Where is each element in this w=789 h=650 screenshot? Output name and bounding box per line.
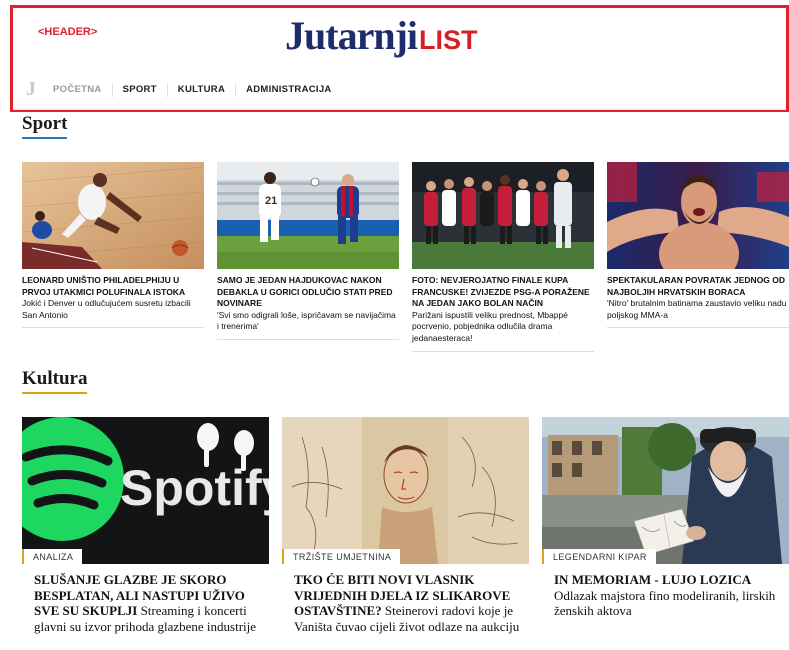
spotify-logo-text: Spotify	[120, 460, 269, 516]
logo-jutarnji: Jutarnji	[285, 13, 418, 58]
home-logo-icon[interactable]: J	[13, 78, 49, 101]
section-title-sport[interactable]: Sport	[22, 113, 68, 139]
nav-item-sport[interactable]: SPORT	[111, 82, 167, 97]
article-headline[interactable]: SPEKTAKULARAN POVRATAK JEDNOG OD NAJBOLJ…	[607, 275, 789, 298]
article-headline[interactable]: LEONARD UNIŠTIO PHILADELPHIJU U PRVOJ UT…	[22, 275, 204, 298]
article-divider	[412, 350, 594, 352]
article-headline[interactable]: FOTO: NEVJEROJATNO FINALE KUPA FRANCUSKE…	[412, 275, 594, 310]
article-subheadline[interactable]: 'Nitro' brutalnim batinama zaustavio vel…	[607, 298, 789, 321]
article-image[interactable]: TRŽIŠTE UMJETNINA	[282, 417, 529, 564]
category-label[interactable]: TRŽIŠTE UMJETNINA	[282, 549, 401, 564]
article-subheadline[interactable]: Jokić i Denver u odlučujućem susretu izb…	[22, 298, 204, 321]
sport-article-card[interactable]: 21 SAMO JE JEDAN HAJDUKOVAC NAKON DEBAKL…	[217, 162, 399, 340]
category-label[interactable]: LEGENDARNI KIPAR	[542, 549, 656, 564]
header-annotation-label: <HEADER>	[38, 26, 98, 38]
article-image[interactable]	[22, 162, 204, 269]
main-nav: J POČETNA SPORT KULTURA ADMINISTRACIJA	[13, 70, 786, 110]
article-image[interactable]	[607, 162, 789, 269]
sport-article-card[interactable]: LEONARD UNIŠTIO PHILADELPHIJU U PRVOJ UT…	[22, 162, 204, 329]
article-image[interactable]: 21	[217, 162, 399, 269]
kultura-article-card[interactable]: TRŽIŠTE UMJETNINA TKO ĆE BITI NOVI VLASN…	[282, 417, 529, 634]
sport-article-card[interactable]: SPEKTAKULARAN POVRATAK JEDNOG OD NAJBOLJ…	[607, 162, 789, 329]
site-logo[interactable]: Jutarnji LIST	[285, 12, 478, 62]
article-divider	[217, 338, 399, 340]
article-image[interactable]: Spotify ANALIZA	[22, 417, 269, 564]
article-image[interactable]	[412, 162, 594, 269]
kultura-article-card[interactable]: LEGENDARNI KIPAR IN MEMORIAM - LUJO LOZI…	[542, 417, 789, 619]
svg-text:21: 21	[265, 195, 277, 207]
category-label[interactable]: ANALIZA	[22, 549, 83, 564]
nav-item-pocetna[interactable]: POČETNA	[49, 83, 112, 97]
article-headline[interactable]: IN MEMORIAM - LUJO LOZICA	[554, 572, 751, 587]
article-subheadline[interactable]: Parižani ispustili veliku prednost, Mbap…	[412, 310, 594, 345]
section-title-kultura[interactable]: Kultura	[22, 368, 88, 394]
kultura-article-card[interactable]: Spotify ANALIZA SLUŠANJE GLAZBE JE SKORO…	[22, 417, 269, 634]
article-headline[interactable]: SAMO JE JEDAN HAJDUKOVAC NAKON DEBAKLA U…	[217, 275, 399, 310]
article-image[interactable]: LEGENDARNI KIPAR	[542, 417, 789, 564]
site-header: <HEADER> Jutarnji LIST J POČETNA SPORT K…	[10, 5, 789, 112]
article-subheadline[interactable]: 'Svi smo odigrali loše, ispričavam se na…	[217, 310, 399, 333]
logo-list: LIST	[419, 25, 478, 55]
nav-item-kultura[interactable]: KULTURA	[166, 82, 235, 97]
article-divider	[607, 327, 789, 329]
article-subheadline[interactable]: Odlazak majstora fino modeliranih, lirsk…	[554, 588, 775, 619]
nav-item-administracija[interactable]: ADMINISTRACIJA	[235, 82, 341, 97]
sport-article-card[interactable]: FOTO: NEVJEROJATNO FINALE KUPA FRANCUSKE…	[412, 162, 594, 352]
section-underline	[22, 137, 68, 139]
article-divider	[22, 327, 204, 329]
section-underline	[22, 392, 88, 394]
